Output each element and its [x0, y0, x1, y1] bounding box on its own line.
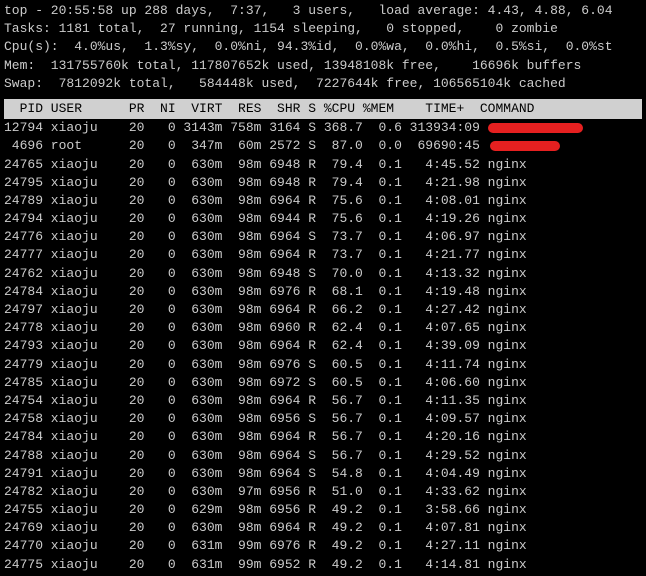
process-row: 24788 xiaoju 20 0 630m 98m 6964 S 56.7 0…	[4, 447, 642, 465]
redacted-command	[488, 123, 583, 133]
process-row: 24776 xiaoju 20 0 630m 98m 6964 S 73.7 0…	[4, 228, 642, 246]
process-row: 24778 xiaoju 20 0 630m 98m 6960 R 62.4 0…	[4, 319, 642, 337]
terminal-window: top - 20:55:58 up 288 days, 7:37, 3 user…	[0, 0, 646, 576]
redacted-command	[490, 141, 560, 151]
process-row: 24791 xiaoju 20 0 630m 98m 6964 S 54.8 0…	[4, 465, 642, 483]
process-row: 24785 xiaoju 20 0 630m 98m 6972 S 60.5 0…	[4, 374, 642, 392]
process-row: 24784 xiaoju 20 0 630m 98m 6964 R 56.7 0…	[4, 428, 642, 446]
top-summary-tasks: Tasks: 1181 total, 27 running, 1154 slee…	[4, 20, 642, 38]
process-row: 24775 xiaoju 20 0 631m 99m 6952 R 49.2 0…	[4, 556, 642, 574]
process-row: 24793 xiaoju 20 0 630m 98m 6964 R 62.4 0…	[4, 337, 642, 355]
process-row: 24795 xiaoju 20 0 630m 98m 6948 R 79.4 0…	[4, 174, 642, 192]
process-row: 24797 xiaoju 20 0 630m 98m 6964 R 66.2 0…	[4, 301, 642, 319]
process-row: 24784 xiaoju 20 0 630m 98m 6976 R 68.1 0…	[4, 283, 642, 301]
top-summary-mem: Mem: 131755760k total, 117807652k used, …	[4, 57, 642, 75]
process-row: 24794 xiaoju 20 0 630m 98m 6944 R 75.6 0…	[4, 210, 642, 228]
process-row: 4696 root 20 0 347m 60m 2572 S 87.0 0.0 …	[4, 137, 642, 155]
column-header-row: PID USER PR NI VIRT RES SHR S %CPU %MEM …	[4, 99, 642, 119]
process-row: 24755 xiaoju 20 0 629m 98m 6956 R 49.2 0…	[4, 501, 642, 519]
process-row: 24770 xiaoju 20 0 631m 99m 6976 R 49.2 0…	[4, 537, 642, 555]
process-row: 24789 xiaoju 20 0 630m 98m 6964 R 75.6 0…	[4, 192, 642, 210]
process-row: 24779 xiaoju 20 0 630m 98m 6976 S 60.5 0…	[4, 356, 642, 374]
top-summary-swap: Swap: 7812092k total, 584448k used, 7227…	[4, 75, 642, 93]
process-list: 12794 xiaoju 20 0 3143m 758m 3164 S 368.…	[4, 119, 642, 574]
process-row: 24782 xiaoju 20 0 630m 97m 6956 R 51.0 0…	[4, 483, 642, 501]
process-row: 24754 xiaoju 20 0 630m 98m 6964 R 56.7 0…	[4, 392, 642, 410]
process-row: 24765 xiaoju 20 0 630m 98m 6948 R 79.4 0…	[4, 156, 642, 174]
process-row: 24762 xiaoju 20 0 630m 98m 6948 S 70.0 0…	[4, 265, 642, 283]
process-row: 24758 xiaoju 20 0 630m 98m 6956 S 56.7 0…	[4, 410, 642, 428]
process-row: 12794 xiaoju 20 0 3143m 758m 3164 S 368.…	[4, 119, 642, 137]
process-row: 24769 xiaoju 20 0 630m 98m 6964 R 49.2 0…	[4, 519, 642, 537]
process-row: 24777 xiaoju 20 0 630m 98m 6964 R 73.7 0…	[4, 246, 642, 264]
top-summary-cpu: Cpu(s): 4.0%us, 1.3%sy, 0.0%ni, 94.3%id,…	[4, 38, 642, 56]
top-summary-uptime: top - 20:55:58 up 288 days, 7:37, 3 user…	[4, 2, 642, 20]
